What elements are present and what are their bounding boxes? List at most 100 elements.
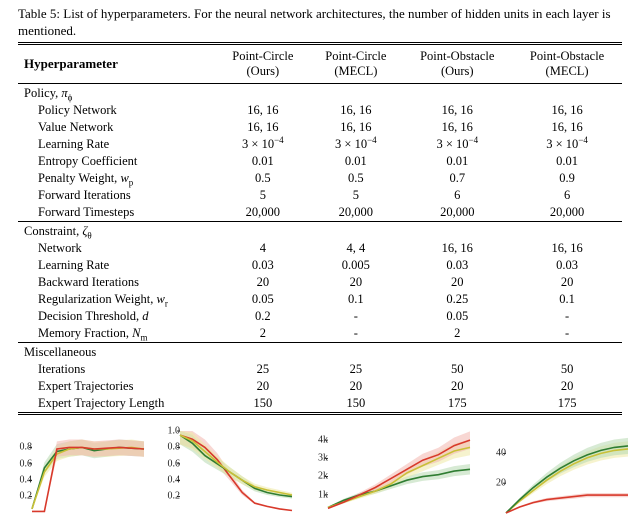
y-tick-label: 4k	[304, 434, 328, 445]
row-value: 16, 16	[512, 240, 622, 257]
row-label: Forward Iterations	[18, 187, 216, 204]
table-section-header: Constraint, ζθ	[18, 221, 622, 240]
row-value: 20	[216, 274, 309, 291]
row-value: 6	[512, 187, 622, 204]
chart-svg	[482, 429, 632, 515]
row-value: 5	[309, 187, 402, 204]
row-label: Forward Timesteps	[18, 204, 216, 222]
hyperparameter-table: Hyperparameter Point-Circle (Ours) Point…	[18, 42, 622, 415]
row-value: 0.05	[216, 291, 309, 308]
y-tick-label: 0.8	[156, 442, 180, 453]
row-value: 20,000	[216, 204, 309, 222]
row-label: Expert Trajectory Length	[18, 395, 216, 414]
row-value: 0.01	[216, 153, 309, 170]
row-value: 0.05	[402, 308, 512, 325]
row-value: 0.03	[512, 257, 622, 274]
header-col-0: Point-Circle (Ours)	[216, 43, 309, 83]
table-row: Entropy Coefficient0.010.010.010.01	[18, 153, 622, 170]
y-tick-label: 40	[482, 448, 506, 459]
row-value: 0.01	[402, 153, 512, 170]
row-value: 20	[216, 378, 309, 395]
y-tick-label: 0.6	[8, 458, 32, 469]
section-title: Policy, πϕ	[18, 83, 622, 102]
table-row: Regularization Weight, wr0.050.10.250.1	[18, 291, 622, 308]
row-label: Regularization Weight, wr	[18, 291, 216, 308]
row-value: 0.5	[309, 170, 402, 187]
row-value: 0.03	[216, 257, 309, 274]
y-tick-label: 0.6	[156, 458, 180, 469]
row-value: 150	[309, 395, 402, 414]
row-label: Learning Rate	[18, 136, 216, 153]
row-label: Penalty Weight, wp	[18, 170, 216, 187]
row-value: 150	[216, 395, 309, 414]
header-col-0-top: Point-Circle	[232, 49, 293, 63]
row-value: 0.03	[402, 257, 512, 274]
row-value: 20	[402, 378, 512, 395]
charts-row: 0.20.40.60.80.20.40.60.81.01k2k3k4k2040	[0, 415, 640, 515]
row-value: 16, 16	[512, 102, 622, 119]
table-row: Memory Fraction, Nm2-2-	[18, 325, 622, 343]
row-value: 20,000	[309, 204, 402, 222]
section-title: Constraint, ζθ	[18, 221, 622, 240]
row-label: Entropy Coefficient	[18, 153, 216, 170]
table-row: Value Network16, 1616, 1616, 1616, 16	[18, 119, 622, 136]
row-label: Learning Rate	[18, 257, 216, 274]
table-row: Policy Network16, 1616, 1616, 1616, 16	[18, 102, 622, 119]
row-value: 16, 16	[512, 119, 622, 136]
y-tick-label: 20	[482, 477, 506, 488]
row-value: 20	[309, 378, 402, 395]
y-tick-label: 0.2	[156, 491, 180, 502]
row-label: Backward Iterations	[18, 274, 216, 291]
row-value: 16, 16	[402, 119, 512, 136]
row-value: 3 × 10−4	[309, 136, 402, 153]
row-value: -	[309, 308, 402, 325]
row-value: 0.005	[309, 257, 402, 274]
table-row: Expert Trajectory Length150150175175	[18, 395, 622, 414]
y-tick-label: 0.8	[8, 442, 32, 453]
y-tick-label: 0.4	[8, 474, 32, 485]
row-label: Decision Threshold, d	[18, 308, 216, 325]
y-tick-label: 0.2	[8, 491, 32, 502]
hyperparameter-table-wrap: Hyperparameter Point-Circle (Ours) Point…	[0, 42, 640, 415]
y-tick-label: 1k	[304, 489, 328, 500]
row-value: 20	[402, 274, 512, 291]
row-value: 16, 16	[309, 102, 402, 119]
header-col-1-bot: (MECL)	[334, 64, 377, 78]
table-row: Penalty Weight, wp0.50.50.70.9	[18, 170, 622, 187]
row-value: 50	[512, 361, 622, 378]
chart-svg	[304, 429, 474, 515]
row-value: 0.01	[309, 153, 402, 170]
row-value: 16, 16	[402, 240, 512, 257]
header-col-1-top: Point-Circle	[325, 49, 386, 63]
row-value: 0.1	[309, 291, 402, 308]
header-col-0-bot: (Ours)	[247, 64, 280, 78]
row-value: 2	[216, 325, 309, 343]
row-value: 0.5	[216, 170, 309, 187]
header-col-3-bot: (MECL)	[546, 64, 589, 78]
y-tick-label: 0.4	[156, 474, 180, 485]
table-row: Forward Iterations5566	[18, 187, 622, 204]
row-label: Expert Trajectories	[18, 378, 216, 395]
table-section-header: Miscellaneous	[18, 342, 622, 361]
row-label: Network	[18, 240, 216, 257]
table-row: Expert Trajectories20202020	[18, 378, 622, 395]
chart: 2040	[482, 429, 632, 515]
chart: 0.20.40.60.81.0	[156, 429, 296, 515]
y-tick-label: 2k	[304, 471, 328, 482]
row-value: 2	[402, 325, 512, 343]
header-col-3-top: Point-Obstacle	[530, 49, 604, 63]
row-value: 5	[216, 187, 309, 204]
table-row: Iterations25255050	[18, 361, 622, 378]
row-value: 50	[402, 361, 512, 378]
row-value: 20,000	[402, 204, 512, 222]
table-section-header: Policy, πϕ	[18, 83, 622, 102]
header-col-2-top: Point-Obstacle	[420, 49, 494, 63]
row-value: -	[512, 308, 622, 325]
y-tick-label: 1.0	[156, 425, 180, 436]
row-value: 0.7	[402, 170, 512, 187]
header-col-1: Point-Circle (MECL)	[309, 43, 402, 83]
row-value: 0.25	[402, 291, 512, 308]
row-label: Policy Network	[18, 102, 216, 119]
chart: 0.2 0.4 0.6 0.8	[8, 429, 148, 515]
row-value: 3 × 10−4	[512, 136, 622, 153]
